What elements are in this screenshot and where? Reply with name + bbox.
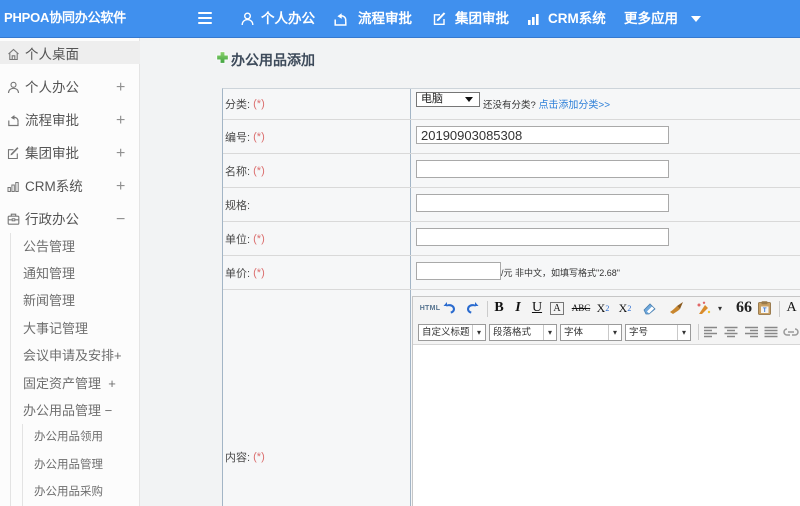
svg-text:T: T	[763, 308, 767, 314]
